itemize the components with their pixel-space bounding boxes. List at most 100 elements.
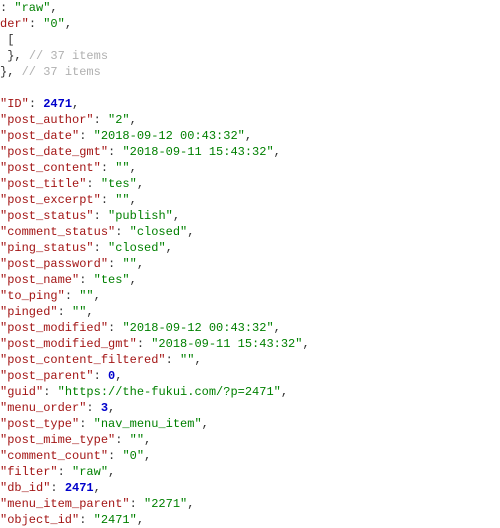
string-value: "tes" [94,273,130,287]
code-line: "post_author": "2", [0,112,500,128]
punctuation: : [79,513,93,527]
code-line: "post_excerpt": "", [0,192,500,208]
string-value: "2018-09-12 00:43:32" [94,129,245,143]
punctuation: : [137,337,151,351]
code-line: "menu_order": 3, [0,400,500,416]
json-key: "post_date_gmt" [0,145,108,159]
punctuation: , [302,337,309,351]
json-key: "post_status" [0,209,94,223]
punctuation: : [79,129,93,143]
code-line: "post_type": "nav_menu_item", [0,416,500,432]
punctuation: , [137,513,144,527]
string-value: "2018-09-12 00:43:32" [122,321,273,335]
punctuation: : [86,177,100,191]
string-value: "publish" [108,209,173,223]
json-key: "pinged" [0,305,58,319]
json-key: "post_content" [0,161,101,175]
json-key: "post_password" [0,257,108,271]
punctuation: , [94,481,101,495]
punctuation: , [144,449,151,463]
json-key: der" [0,17,29,31]
punctuation: : [50,481,64,495]
punctuation: : [29,97,43,111]
json-key: "post_modified" [0,321,108,335]
json-key: "ID" [0,97,29,111]
code-line: "post_modified_gmt": "2018-09-11 15:43:3… [0,336,500,352]
string-value: "" [115,193,129,207]
punctuation: : [79,417,93,431]
punctuation: : [166,353,180,367]
string-value: "0" [122,449,144,463]
punctuation: , [187,225,194,239]
json-key: "post_excerpt" [0,193,101,207]
code-line: "post_status": "publish", [0,208,500,224]
punctuation: [ [0,33,14,47]
string-value: "" [122,257,136,271]
code-line: }, // 37 items [0,64,500,80]
code-line: "ping_status": "closed", [0,240,500,256]
punctuation: : [43,385,57,399]
string-value: "2" [108,113,130,127]
punctuation: : [130,497,144,511]
punctuation: , [130,161,137,175]
code-line: "db_id": 2471, [0,480,500,496]
punctuation: : [94,113,108,127]
json-key: "to_ping" [0,289,65,303]
string-value: "https://the-fukui.com/?p=2471" [58,385,281,399]
code-line: "pinged": "", [0,304,500,320]
code-line: der": "0", [0,16,500,32]
code-line: "post_content": "", [0,160,500,176]
json-key: "db_id" [0,481,50,495]
punctuation: : [79,273,93,287]
code-line: "to_ping": "", [0,288,500,304]
code-line: }, // 37 items [0,48,500,64]
punctuation: : [108,449,122,463]
json-key: "post_content_filtered" [0,353,166,367]
code-line: "post_date": "2018-09-12 00:43:32", [0,128,500,144]
code-line: "post_modified": "2018-09-12 00:43:32", [0,320,500,336]
punctuation: }, [0,65,22,79]
punctuation: : [108,257,122,271]
code-line: "post_title": "tes", [0,176,500,192]
punctuation: : [94,241,108,255]
punctuation: : [115,433,129,447]
string-value: "" [79,289,93,303]
code-line: "comment_count": "0", [0,448,500,464]
json-key: "object_id" [0,513,79,527]
punctuation: , [108,401,115,415]
punctuation: , [166,241,173,255]
code-line: "filter": "raw", [0,464,500,480]
string-value: "nav_menu_item" [94,417,202,431]
json-key: "post_type" [0,417,79,431]
json-key: "comment_status" [0,225,115,239]
punctuation: : [58,305,72,319]
string-value: "tes" [101,177,137,191]
string-value: "2018-09-11 15:43:32" [122,145,273,159]
punctuation: : [108,321,122,335]
json-key: "menu_order" [0,401,86,415]
string-value: "0" [43,17,65,31]
punctuation: , [130,193,137,207]
punctuation: : [58,465,72,479]
punctuation: : [0,1,14,15]
code-line: "comment_status": "closed", [0,224,500,240]
punctuation: , [115,369,122,383]
json-key: "menu_item_parent" [0,497,130,511]
code-line: "menu_item_parent": "2271", [0,496,500,512]
punctuation: : [101,161,115,175]
string-value: "closed" [130,225,188,239]
string-value: "" [180,353,194,367]
string-value: "raw" [14,1,50,15]
json-key: "post_author" [0,113,94,127]
punctuation: : [108,145,122,159]
punctuation: , [137,257,144,271]
punctuation: , [130,113,137,127]
json-key: "post_date" [0,129,79,143]
string-value: "raw" [72,465,108,479]
json-key: "guid" [0,385,43,399]
code-line: "post_parent": 0, [0,368,500,384]
json-source-view: : "raw", der": "0", [ }, // 37 items}, //… [0,0,500,528]
json-key: "comment_count" [0,449,108,463]
punctuation: , [187,497,194,511]
code-line [0,80,500,96]
